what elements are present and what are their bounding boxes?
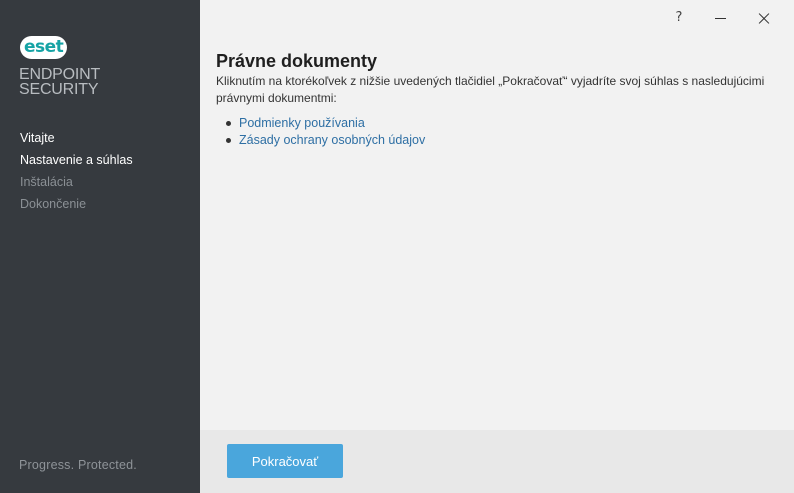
main-panel: ? Právne dokumenty Kliknutím na ktorékoľ… bbox=[200, 0, 794, 430]
minimize-icon[interactable] bbox=[710, 8, 732, 28]
terms-of-use-link[interactable]: Podmienky používania bbox=[239, 116, 365, 130]
wizard-steps: Vitajte Nastavenie a súhlas Inštalácia D… bbox=[20, 130, 133, 218]
sidebar: eset ENDPOINT SECURITY Vitajte Nastaveni… bbox=[0, 0, 200, 493]
page-description: Kliknutím na ktorékoľvek z nižšie uveden… bbox=[216, 74, 765, 105]
step-installation: Inštalácia bbox=[20, 175, 73, 189]
privacy-policy-link[interactable]: Zásady ochrany osobných údajov bbox=[239, 133, 425, 147]
list-item: Zásady ochrany osobných údajov bbox=[226, 132, 425, 149]
step-setup-consent: Nastavenie a súhlas bbox=[20, 153, 133, 167]
product-name: ENDPOINT SECURITY bbox=[19, 66, 101, 98]
page-title: Právne dokumenty bbox=[216, 51, 378, 71]
eset-logo: eset bbox=[20, 36, 68, 59]
logo-text: eset bbox=[24, 37, 64, 57]
continue-button[interactable]: Pokračovať bbox=[227, 444, 343, 478]
step-welcome: Vitajte bbox=[20, 131, 55, 145]
help-button[interactable]: ? bbox=[668, 8, 690, 28]
product-name-line2: SECURITY bbox=[19, 81, 99, 98]
close-icon[interactable] bbox=[753, 8, 775, 28]
product-name-line1: ENDPOINT bbox=[19, 66, 101, 83]
list-item: Podmienky používania bbox=[226, 115, 425, 132]
legal-links: Podmienky používania Zásady ochrany osob… bbox=[226, 115, 425, 149]
footer-bar: Pokračovať bbox=[200, 430, 794, 493]
logo-badge: eset bbox=[20, 36, 68, 59]
tagline: Progress. Protected. bbox=[19, 458, 137, 472]
step-completion: Dokončenie bbox=[20, 197, 87, 211]
